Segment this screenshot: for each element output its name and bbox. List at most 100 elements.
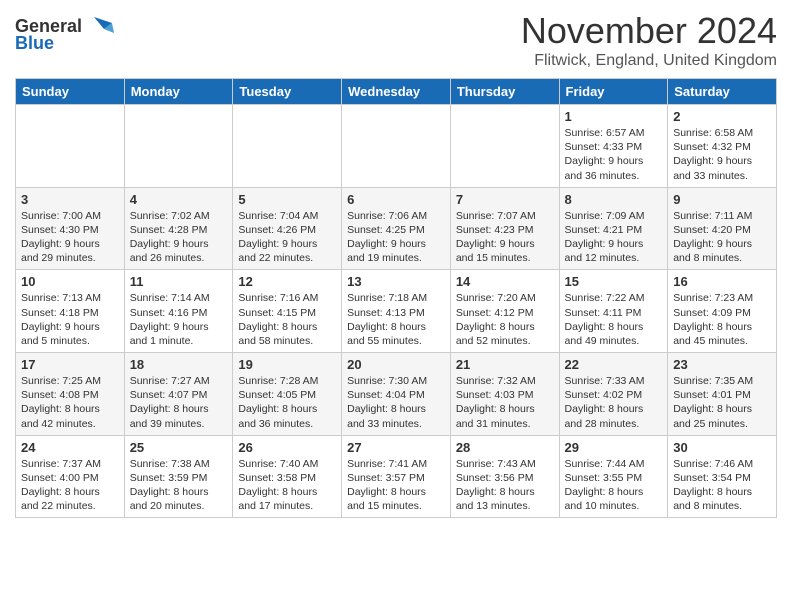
calendar-cell: 23 Sunrise: 7:35 AM Sunset: 4:01 PM Dayli… — [668, 353, 777, 436]
calendar-cell — [233, 105, 342, 188]
day-number: 29 — [565, 440, 663, 455]
day-number: 12 — [238, 274, 336, 289]
header: General Blue November 2024 Flitwick, Eng… — [15, 10, 777, 70]
day-info: Sunrise: 7:37 AM Sunset: 4:00 PM Dayligh… — [21, 457, 119, 514]
calendar-cell: 22Sunrise: 7:33 AM Sunset: 4:02 PM Dayli… — [559, 353, 668, 436]
calendar-cell: 12 Sunrise: 7:16 AM Sunset: 4:15 PM Dayli… — [233, 270, 342, 353]
calendar-cell: 27 Sunrise: 7:41 AM Sunset: 3:57 PM Dayli… — [342, 435, 451, 518]
day-number: 4 — [130, 192, 228, 207]
day-info: Sunrise: 7:11 AM Sunset: 4:20 PM Dayligh… — [673, 209, 771, 266]
day-number: 21 — [456, 357, 554, 372]
calendar-cell: 15 Sunrise: 7:22 AM Sunset: 4:11 PM Dayli… — [559, 270, 668, 353]
day-number: 27 — [347, 440, 445, 455]
day-number: 26 — [238, 440, 336, 455]
logo: General Blue — [15, 10, 116, 54]
calendar-cell: 4Sunrise: 7:02 AM Sunset: 4:28 PM Daylig… — [124, 187, 233, 270]
calendar-cell: 26 Sunrise: 7:40 AM Sunset: 3:58 PM Dayli… — [233, 435, 342, 518]
day-info: Sunrise: 7:23 AM Sunset: 4:09 PM Dayligh… — [673, 291, 771, 348]
col-sunday: Sunday — [16, 79, 125, 105]
day-number: 9 — [673, 192, 771, 207]
calendar-header-row: Sunday Monday Tuesday Wednesday Thursday… — [16, 79, 777, 105]
day-info: Sunrise: 7:14 AM Sunset: 4:16 PM Dayligh… — [130, 291, 228, 348]
calendar-cell: 28 Sunrise: 7:43 AM Sunset: 3:56 PM Dayli… — [450, 435, 559, 518]
day-info: Sunrise: 7:35 AM Sunset: 4:01 PM Dayligh… — [673, 374, 771, 431]
day-info: Sunrise: 7:40 AM Sunset: 3:58 PM Dayligh… — [238, 457, 336, 514]
day-number: 16 — [673, 274, 771, 289]
title-block: November 2024 Flitwick, England, United … — [521, 10, 777, 70]
calendar-cell: 1 Sunrise: 6:57 AM Sunset: 4:33 PM Daylig… — [559, 105, 668, 188]
day-number: 2 — [673, 109, 771, 124]
day-number: 6 — [347, 192, 445, 207]
calendar-cell — [16, 105, 125, 188]
calendar-cell: 5Sunrise: 7:04 AM Sunset: 4:26 PM Daylig… — [233, 187, 342, 270]
calendar-cell: 13 Sunrise: 7:18 AM Sunset: 4:13 PM Dayli… — [342, 270, 451, 353]
calendar-cell: 9 Sunrise: 7:11 AM Sunset: 4:20 PM Daylig… — [668, 187, 777, 270]
day-number: 30 — [673, 440, 771, 455]
day-number: 28 — [456, 440, 554, 455]
day-info: Sunrise: 7:38 AM Sunset: 3:59 PM Dayligh… — [130, 457, 228, 514]
calendar-cell: 3 Sunrise: 7:00 AM Sunset: 4:30 PM Daylig… — [16, 187, 125, 270]
col-saturday: Saturday — [668, 79, 777, 105]
day-info: Sunrise: 6:57 AM Sunset: 4:33 PM Dayligh… — [565, 126, 663, 183]
calendar-cell: 29 Sunrise: 7:44 AM Sunset: 3:55 PM Dayli… — [559, 435, 668, 518]
calendar-cell — [450, 105, 559, 188]
day-number: 22 — [565, 357, 663, 372]
calendar-cell: 17 Sunrise: 7:25 AM Sunset: 4:08 PM Dayli… — [16, 353, 125, 436]
day-number: 24 — [21, 440, 119, 455]
calendar-cell: 16 Sunrise: 7:23 AM Sunset: 4:09 PM Dayli… — [668, 270, 777, 353]
calendar-cell: 7 Sunrise: 7:07 AM Sunset: 4:23 PM Daylig… — [450, 187, 559, 270]
day-info: Sunrise: 7:41 AM Sunset: 3:57 PM Dayligh… — [347, 457, 445, 514]
day-info: Sunrise: 7:00 AM Sunset: 4:30 PM Dayligh… — [21, 209, 119, 266]
calendar-cell: 14 Sunrise: 7:20 AM Sunset: 4:12 PM Dayli… — [450, 270, 559, 353]
day-info: Sunrise: 7:43 AM Sunset: 3:56 PM Dayligh… — [456, 457, 554, 514]
day-number: 19 — [238, 357, 336, 372]
col-tuesday: Tuesday — [233, 79, 342, 105]
day-info: Sunrise: 7:27 AM Sunset: 4:07 PM Dayligh… — [130, 374, 228, 431]
calendar-cell — [124, 105, 233, 188]
calendar-cell: 20Sunrise: 7:30 AM Sunset: 4:04 PM Dayli… — [342, 353, 451, 436]
calendar-cell: 25 Sunrise: 7:38 AM Sunset: 3:59 PM Dayli… — [124, 435, 233, 518]
day-number: 14 — [456, 274, 554, 289]
calendar-cell: 18 Sunrise: 7:27 AM Sunset: 4:07 PM Dayli… — [124, 353, 233, 436]
day-number: 23 — [673, 357, 771, 372]
calendar-cell: 8 Sunrise: 7:09 AM Sunset: 4:21 PM Daylig… — [559, 187, 668, 270]
day-info: Sunrise: 7:25 AM Sunset: 4:08 PM Dayligh… — [21, 374, 119, 431]
day-number: 8 — [565, 192, 663, 207]
location: Flitwick, England, United Kingdom — [521, 52, 777, 70]
day-info: Sunrise: 7:28 AM Sunset: 4:05 PM Dayligh… — [238, 374, 336, 431]
day-info: Sunrise: 7:16 AM Sunset: 4:15 PM Dayligh… — [238, 291, 336, 348]
day-number: 15 — [565, 274, 663, 289]
day-info: Sunrise: 7:09 AM Sunset: 4:21 PM Dayligh… — [565, 209, 663, 266]
day-info: Sunrise: 7:06 AM Sunset: 4:25 PM Dayligh… — [347, 209, 445, 266]
calendar-cell: 10 Sunrise: 7:13 AM Sunset: 4:18 PM Dayli… — [16, 270, 125, 353]
month-title: November 2024 — [521, 10, 777, 52]
day-info: Sunrise: 7:07 AM Sunset: 4:23 PM Dayligh… — [456, 209, 554, 266]
calendar-cell: 24 Sunrise: 7:37 AM Sunset: 4:00 PM Dayli… — [16, 435, 125, 518]
day-info: Sunrise: 6:58 AM Sunset: 4:32 PM Dayligh… — [673, 126, 771, 183]
day-info: Sunrise: 7:20 AM Sunset: 4:12 PM Dayligh… — [456, 291, 554, 348]
calendar-cell: 11Sunrise: 7:14 AM Sunset: 4:16 PM Dayli… — [124, 270, 233, 353]
calendar-week-4: 17 Sunrise: 7:25 AM Sunset: 4:08 PM Dayli… — [16, 353, 777, 436]
day-number: 7 — [456, 192, 554, 207]
day-number: 17 — [21, 357, 119, 372]
calendar-week-1: 1 Sunrise: 6:57 AM Sunset: 4:33 PM Daylig… — [16, 105, 777, 188]
day-info: Sunrise: 7:13 AM Sunset: 4:18 PM Dayligh… — [21, 291, 119, 348]
day-info: Sunrise: 7:44 AM Sunset: 3:55 PM Dayligh… — [565, 457, 663, 514]
col-monday: Monday — [124, 79, 233, 105]
day-number: 13 — [347, 274, 445, 289]
day-number: 10 — [21, 274, 119, 289]
day-number: 18 — [130, 357, 228, 372]
calendar-cell: 6 Sunrise: 7:06 AM Sunset: 4:25 PM Daylig… — [342, 187, 451, 270]
calendar-week-3: 10 Sunrise: 7:13 AM Sunset: 4:18 PM Dayli… — [16, 270, 777, 353]
day-number: 3 — [21, 192, 119, 207]
day-number: 5 — [238, 192, 336, 207]
day-info: Sunrise: 7:18 AM Sunset: 4:13 PM Dayligh… — [347, 291, 445, 348]
calendar-table: Sunday Monday Tuesday Wednesday Thursday… — [15, 78, 777, 518]
day-number: 1 — [565, 109, 663, 124]
col-thursday: Thursday — [450, 79, 559, 105]
day-info: Sunrise: 7:22 AM Sunset: 4:11 PM Dayligh… — [565, 291, 663, 348]
calendar-cell: 2 Sunrise: 6:58 AM Sunset: 4:32 PM Daylig… — [668, 105, 777, 188]
day-number: 20 — [347, 357, 445, 372]
day-number: 25 — [130, 440, 228, 455]
page: General Blue November 2024 Flitwick, Eng… — [0, 0, 792, 533]
